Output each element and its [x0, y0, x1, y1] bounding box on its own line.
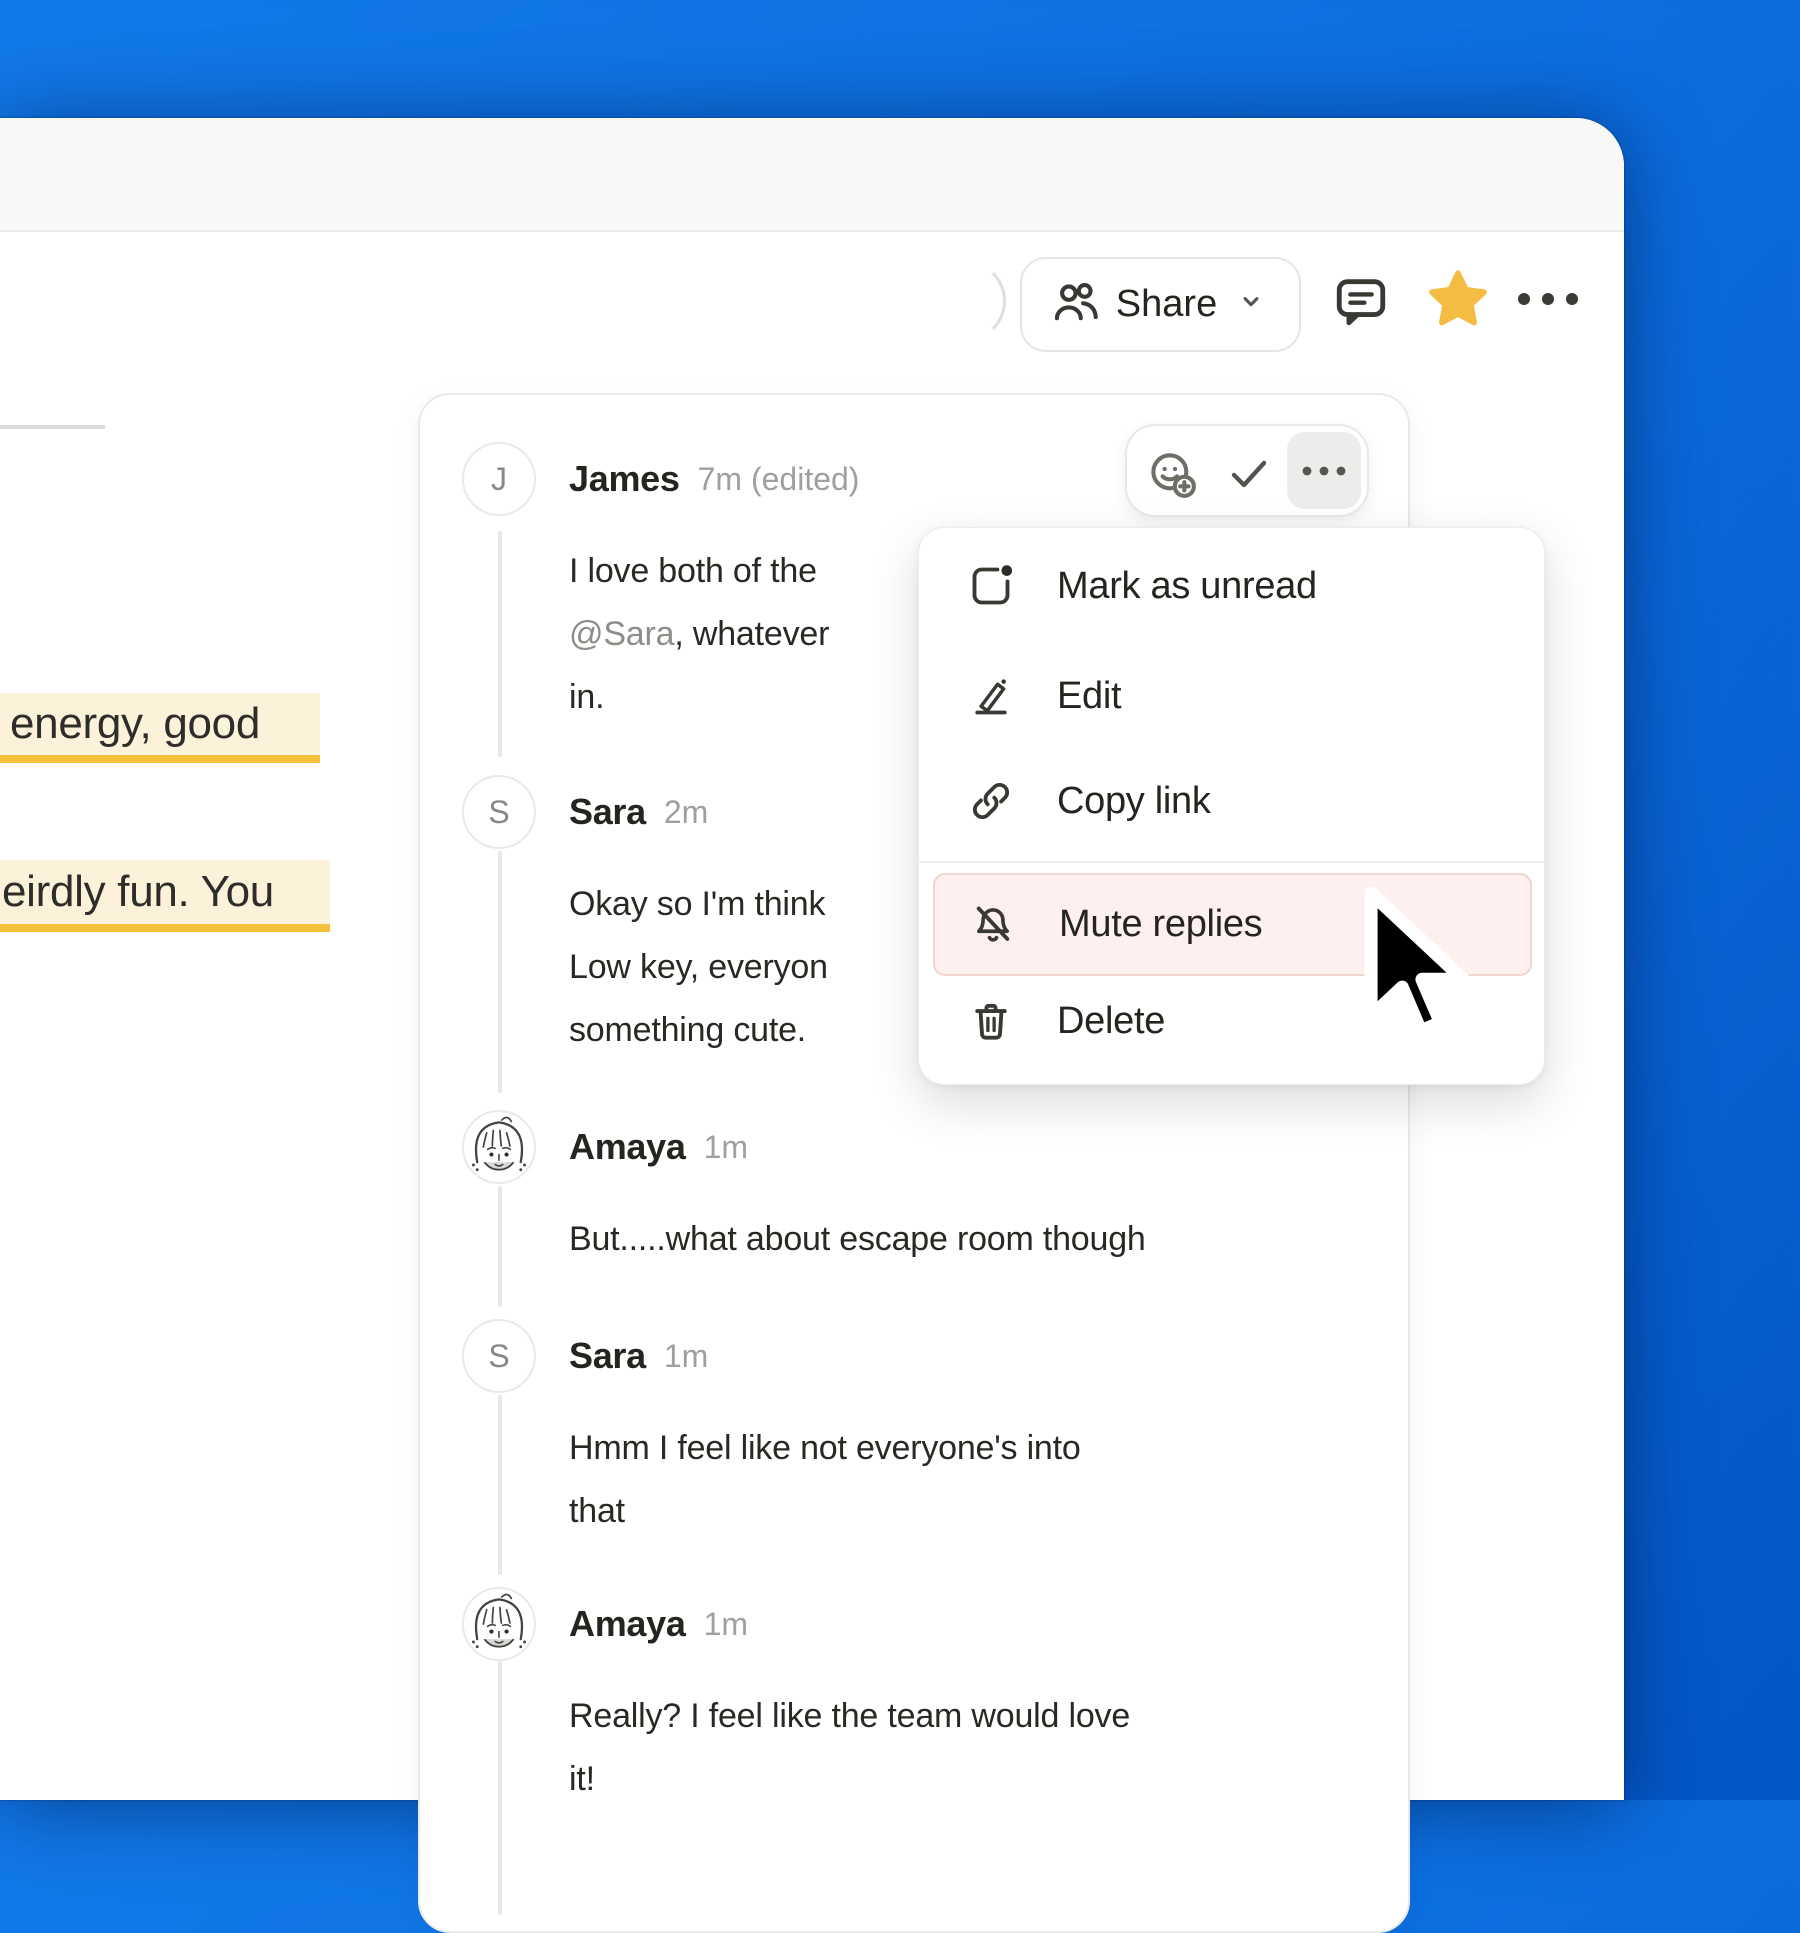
- trash-icon: [969, 999, 1013, 1043]
- menu-item-label: Edit: [1057, 675, 1121, 718]
- thread-connector-line: [498, 1395, 502, 1575]
- highlight-text-1: energy, good: [10, 699, 260, 749]
- highlighted-text[interactable]: eirdly fun. You: [0, 860, 330, 932]
- thread-connector-line: [498, 1186, 502, 1307]
- menu-item-edit[interactable]: Edit: [919, 646, 1544, 746]
- menu-item-label: Mute replies: [1059, 903, 1262, 946]
- comment-text: Really? I feel like the team would lovei…: [569, 1685, 1130, 1811]
- initial-avatar: J: [462, 442, 536, 516]
- comment-text: Hmm I feel like not everyone's intothat: [569, 1417, 1081, 1543]
- window-top-strip: [0, 118, 1624, 232]
- amaya-avatar: [462, 1587, 536, 1661]
- menu-item-label: Copy link: [1057, 780, 1211, 823]
- comment-more-button[interactable]: [1287, 432, 1361, 509]
- thread-connector-line: [498, 1661, 502, 1915]
- comment-bubble-icon[interactable]: [1332, 272, 1390, 335]
- chevron-down-icon: [1231, 282, 1271, 327]
- comment-timestamp: 7m (edited): [698, 461, 860, 498]
- amaya-avatar: [462, 1110, 536, 1184]
- share-button[interactable]: Share: [1020, 257, 1301, 352]
- star-favorite-icon[interactable]: [1425, 266, 1491, 337]
- menu-item-label: Mark as unread: [1057, 565, 1317, 608]
- ellipsis-icon[interactable]: [1515, 290, 1581, 313]
- app-window: Share energy, good eirdly fun. You J Jame…: [0, 118, 1624, 1800]
- menu-item-label: Delete: [1057, 1000, 1165, 1043]
- comment-timestamp: 1m: [704, 1606, 748, 1643]
- mark-unread-icon: [969, 564, 1013, 608]
- mute-bell-icon: [971, 903, 1015, 947]
- comment-text: But.....what about escape room though: [569, 1208, 1146, 1271]
- highlighted-text[interactable]: energy, good: [0, 693, 320, 763]
- share-button-label: Share: [1116, 283, 1217, 326]
- add-reaction-icon[interactable]: [1146, 448, 1198, 500]
- thread-connector-line: [498, 531, 502, 757]
- comment-author: Sara: [569, 791, 646, 833]
- comment-author: Sara: [569, 1335, 646, 1377]
- menu-item-mark-as-unread[interactable]: Mark as unread: [919, 536, 1544, 636]
- mouse-cursor: [1347, 881, 1497, 1061]
- thread-connector-line: [498, 851, 502, 1093]
- edit-pencil-icon: [969, 674, 1013, 718]
- comment-timestamp: 2m: [664, 794, 708, 831]
- user-mention: @Sara: [569, 615, 674, 654]
- menu-item-copy-link[interactable]: Copy link: [919, 751, 1544, 851]
- comment-timestamp: 1m: [704, 1129, 748, 1166]
- highlight-text-2: eirdly fun. You: [2, 867, 274, 917]
- comment-author: Amaya: [569, 1126, 686, 1168]
- comment-item[interactable]: Amaya 1m But.....what about escape room th…: [462, 1110, 1362, 1271]
- document-divider-line: [0, 425, 105, 429]
- comment-timestamp: 1m: [664, 1338, 708, 1375]
- comment-text: Okay so I'm thinkLow key, everyonsomethi…: [569, 873, 828, 1062]
- comment-item[interactable]: Amaya 1m Really? I feel like the team woul…: [462, 1587, 1362, 1811]
- copy-link-icon: [969, 779, 1013, 823]
- comment-hover-toolbar: [1125, 424, 1369, 517]
- initial-avatar: S: [462, 1319, 536, 1393]
- comment-item[interactable]: S Sara 1m Hmm I feel like not everyone's in…: [462, 1319, 1362, 1543]
- initial-avatar: S: [462, 775, 536, 849]
- avatar-arc-fragment: [924, 260, 1006, 342]
- comment-author: Amaya: [569, 1603, 686, 1645]
- comment-text: I love both of the@Sara, whateverin.: [569, 540, 859, 729]
- resolve-check-icon[interactable]: [1225, 450, 1273, 498]
- people-icon: [1050, 276, 1102, 333]
- menu-divider: [919, 861, 1544, 863]
- comment-author: James: [569, 458, 680, 500]
